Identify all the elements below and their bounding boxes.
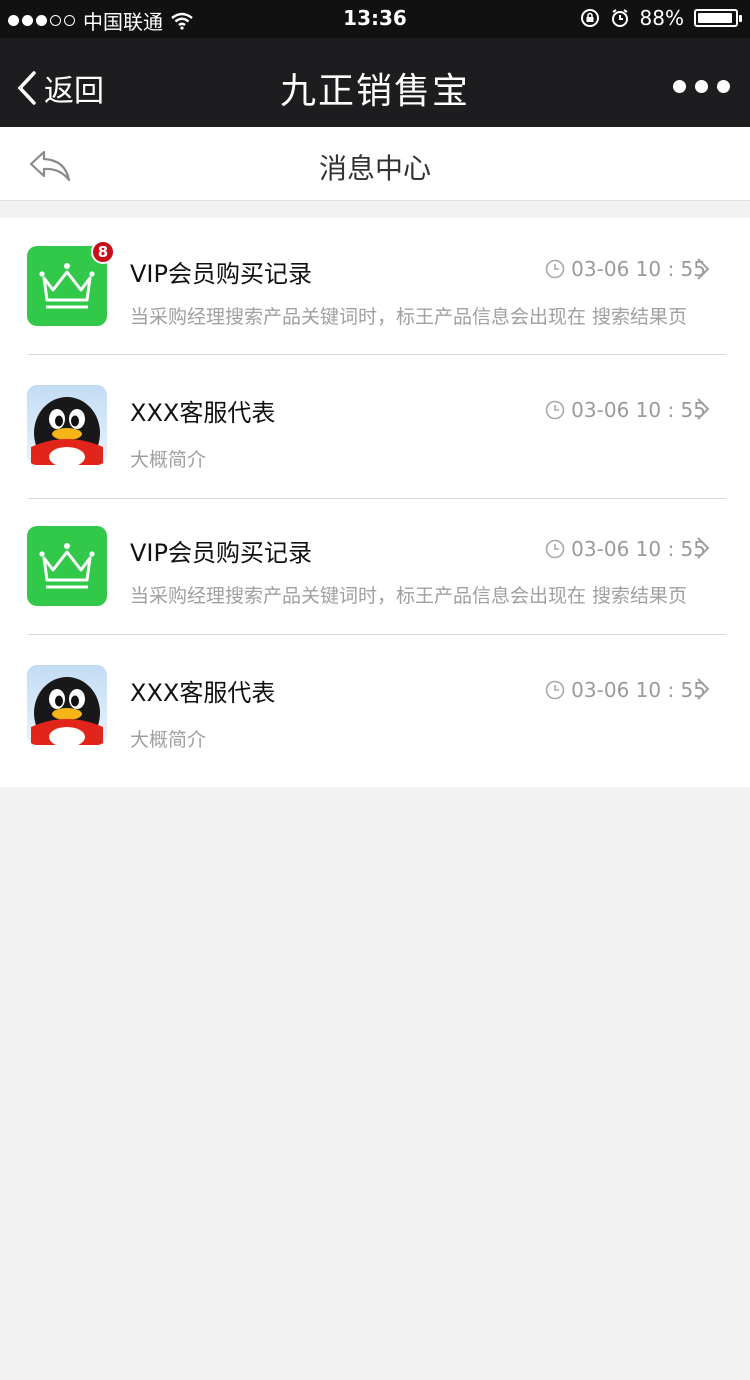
time-text: 03-06 10 : 55	[571, 257, 706, 281]
list-item[interactable]: VIP会员购买记录 03-06 10 : 55 当采购经理搜索产品关键词时，标王…	[0, 499, 750, 634]
clock-icon	[545, 400, 565, 420]
battery-percent: 88%	[639, 6, 684, 30]
clock-icon	[545, 680, 565, 700]
penguin-icon	[27, 665, 107, 745]
crown-icon	[27, 526, 107, 606]
chevron-right-icon	[697, 678, 710, 700]
penguin-icon	[27, 385, 107, 465]
more-button[interactable]	[673, 80, 730, 93]
chevron-right-icon	[697, 398, 710, 420]
more-dot	[673, 80, 686, 93]
more-dot	[717, 80, 730, 93]
message-desc: 大概简介	[130, 729, 207, 751]
message-list: 8 VIP会员购买记录 03-06 10 : 55 当采购经理搜索产品关键词时，…	[0, 218, 750, 787]
time-text: 03-06 10 : 55	[571, 537, 706, 561]
message-title: VIP会员购买记录	[130, 539, 312, 567]
more-dot	[695, 80, 708, 93]
message-desc: 大概简介	[130, 449, 207, 471]
message-time: 03-06 10 : 55	[545, 257, 706, 281]
app-title: 九正销售宝	[279, 71, 470, 112]
message-title: XXX客服代表	[130, 679, 276, 707]
message-title: XXX客服代表	[130, 399, 276, 427]
sub-header: 消息中心	[0, 127, 750, 201]
clock-icon	[545, 539, 565, 559]
message-title: VIP会员购买记录	[130, 260, 312, 288]
message-time: 03-06 10 : 55	[545, 398, 706, 422]
status-bar: 中国联通 13:36 88%	[0, 0, 750, 38]
message-desc: 当采购经理搜索产品关键词时，标王产品信息会出现在 搜索结果页	[130, 585, 688, 607]
rotation-lock-icon	[580, 9, 599, 27]
alarm-icon	[611, 9, 628, 27]
list-item[interactable]: XXX客服代表 03-06 10 : 55 大概简介	[0, 355, 750, 498]
clock-icon	[545, 259, 565, 279]
chevron-right-icon	[697, 537, 710, 559]
message-time: 03-06 10 : 55	[545, 537, 706, 561]
list-item[interactable]: 8 VIP会员购买记录 03-06 10 : 55 当采购经理搜索产品关键词时，…	[0, 218, 750, 354]
message-time: 03-06 10 : 55	[545, 678, 706, 702]
message-desc: 当采购经理搜索产品关键词时，标王产品信息会出现在 搜索结果页	[130, 306, 688, 328]
unread-badge: 8	[91, 240, 115, 264]
nav-bar: 返回 九正销售宝	[0, 38, 750, 127]
page-title: 消息中心	[318, 152, 431, 185]
chevron-right-icon	[697, 258, 710, 280]
time-text: 03-06 10 : 55	[571, 678, 706, 702]
list-item[interactable]: XXX客服代表 03-06 10 : 55 大概简介	[0, 635, 750, 787]
battery-icon	[694, 9, 742, 27]
time-text: 03-06 10 : 55	[571, 398, 706, 422]
